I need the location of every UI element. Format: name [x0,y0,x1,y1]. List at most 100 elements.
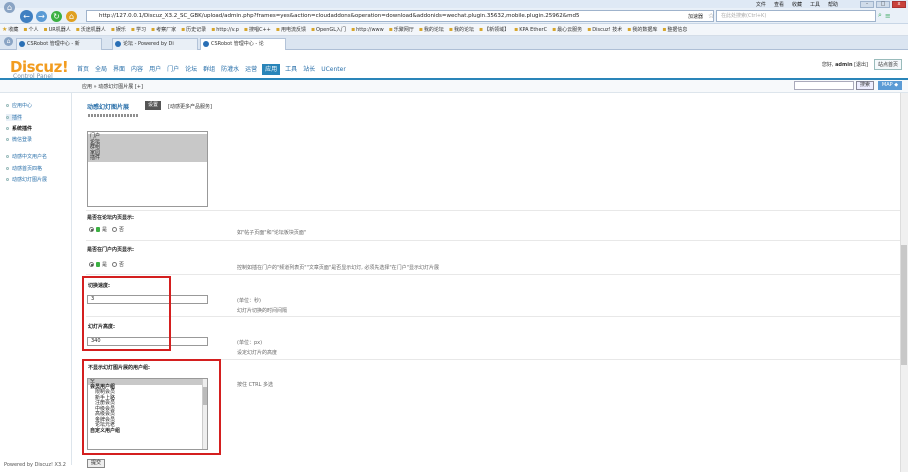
map-button[interactable]: MAP ◆ [878,81,902,90]
forum-page-yes-label: 是 [102,227,108,233]
browser-search-input[interactable]: 在此处搜索(Ctrl+K) [716,10,876,22]
refresh-icon[interactable]: ↻ [51,11,62,22]
bookmark-item[interactable]: ▪ 沃途机器人 [76,26,106,33]
bookmark-label: 考察厂家 [156,27,177,33]
menu-icon[interactable]: ≡ [885,12,891,20]
accelerator-label[interactable]: 加速器 [688,13,703,20]
bookmark-item[interactable]: ▪ 最心云服务 [552,26,582,33]
admin-nav-item[interactable]: 首页 [76,64,90,75]
sidebar-item[interactable]: 微信登录 [6,136,32,143]
admin-nav-item[interactable]: 内容 [130,64,144,75]
portal-page-yes-radio[interactable] [89,262,94,267]
position-option[interactable]: 插件 [88,155,207,162]
bookmark-item[interactable]: ▪ 考察厂家 [151,26,176,33]
portal-page-hint: 控制如插在门户的"频道列表页""文章页面"是否显示幻灯, 必须先选择"在门户"显… [237,265,439,271]
admin-nav-item[interactable]: 界面 [112,64,126,75]
portal-page-radios: 是 否 [89,261,124,268]
home-page-icon[interactable]: ⌂ [66,11,77,22]
bookmark-item[interactable]: ▪ KPA EtherC [514,26,547,33]
folder-icon: ▪ [418,26,423,33]
sidebar-item[interactable]: 插件 [6,114,23,121]
sidebar-item[interactable]: 动感首页四格 [6,165,42,172]
admin-nav-item[interactable]: 站长 [302,64,316,75]
bookmark-item[interactable]: ▪ 搜唱C++ [244,26,271,33]
bookmark-item[interactable]: ▪ 历史记录 [181,26,206,33]
bookmark-label: http://v.p [216,26,239,33]
yes-indicator-icon [96,262,100,267]
sidebar-item[interactable]: 动感中文用户名 [6,153,47,160]
menu-tools[interactable]: 工具 [810,1,820,8]
admin-nav-item[interactable]: 用户 [148,64,162,75]
bookmark-item[interactable]: ▪ 乐聚网厅 [389,26,414,33]
folder-icon: ▪ [479,26,484,33]
forum-page-no-radio[interactable] [112,227,118,232]
sidebar-item[interactable]: 系统插件 [6,125,32,132]
back-arrow-icon[interactable]: ← [20,10,33,23]
bookmark-item[interactable]: ▪ 学习 [131,26,146,33]
forum-page-yes-radio[interactable] [89,227,94,232]
admin-nav-item[interactable]: UCenter [320,64,347,75]
bookmark-item[interactable]: ▪ UR机器人 [44,26,71,33]
site-home-button[interactable]: 站点首页 [873,59,902,70]
forward-arrow-icon[interactable]: → [36,11,47,22]
settings-button[interactable]: 设置 [145,101,162,110]
bookmark-item[interactable]: ▪ 我的论坛 [419,26,444,33]
bookmark-item[interactable]: ★ 收藏 [2,26,18,33]
bookmark-item[interactable]: ▪ OpenGL入门 [311,26,346,33]
folder-icon: ▪ [43,26,48,33]
tab-bar: ⌂ CSRobot 管理中心 - 新 论坛 - Powered by Di CSRo… [0,36,908,50]
bookmark-item[interactable]: ▪ 我的数据库 [627,26,657,33]
bullet-icon [6,104,9,107]
bookmark-item[interactable]: ▪ 我的论坛 [449,26,474,33]
greeting: 您好, [821,62,834,68]
admin-search-button[interactable]: 搜索 [856,81,874,90]
admin-nav-item[interactable]: 全局 [94,64,108,75]
browser-tab[interactable]: 论坛 - Powered by Di [112,38,198,50]
menu-file[interactable]: 文件 [756,1,766,8]
admin-nav: 首页 全局 界面 内容 用户 门户 论坛 群组 防灌水 运营 应用 工具 站长 UCenter [76,64,347,75]
bookmark-item[interactable]: ▪ 用电流反馈 [276,26,306,33]
admin-nav-item[interactable]: 防灌水 [220,64,240,75]
hidden-groups-hint: 按住 CTRL 多选 [237,382,273,388]
bookmark-item[interactable]: ▪ 整据信息 [662,26,687,33]
display-position-select[interactable]: 门户 论坛 群组 家园 插件 [87,131,208,207]
bookmark-item[interactable]: ▪ http://www [351,26,384,33]
more-products-link[interactable]: [动感更多产品服务] [168,103,212,110]
search-icon[interactable]: ⌕ [878,11,882,20]
home-icon[interactable]: ⌂ [4,2,15,13]
page-scroll-thumb[interactable] [901,245,907,365]
bullet-icon [6,116,9,119]
highlight-box-speed-height [82,276,171,351]
admin-nav-item[interactable]: 应用 [262,64,281,75]
admin-nav-item[interactable]: 运营 [244,64,258,75]
admin-search-input[interactable] [794,81,854,90]
bookmark-item[interactable]: ▪ 【新领域】 [479,26,509,33]
address-bar[interactable]: http://127.0.0.1/Discuz_X3.2_SC_GBK/uplo… [86,10,714,22]
menu-favorites[interactable]: 收藏 [792,1,802,8]
bookmark-item[interactable]: ▪ Discuz! 技术 [587,26,622,33]
star-icon: ★ [2,26,8,33]
minimize-button[interactable]: - [860,0,874,8]
menu-view[interactable]: 查看 [774,1,784,8]
maximize-button[interactable]: □ [876,0,890,8]
yes-indicator-icon [96,227,100,232]
sidebar-item[interactable]: 动感幻灯图片展 [6,176,47,183]
portal-page-no-radio[interactable] [112,262,118,267]
sidebar-item[interactable]: 应用中心 [6,102,32,109]
admin-nav-item[interactable]: 门户 [166,64,180,75]
browser-tab[interactable]: CSRobot 管理中心 - 新 [16,38,102,50]
bookmark-item[interactable]: ▪ http://v.p [211,26,239,33]
bookmark-item[interactable]: ▪ 娱乐 [111,26,126,33]
star-icon[interactable]: ☆ [708,12,714,20]
folder-icon: ▪ [130,26,135,33]
menu-help[interactable]: 帮助 [828,1,838,8]
bookmark-item[interactable]: ▪ 个人 [23,26,38,33]
submit-button[interactable]: 提交 [87,459,105,468]
admin-nav-item[interactable]: 论坛 [184,64,198,75]
admin-nav-item[interactable]: 群组 [202,64,216,75]
tab-home-icon[interactable]: ⌂ [4,37,13,46]
logout-link[interactable]: [退出] [854,62,868,68]
browser-tab[interactable]: CSRobot 管理中心 - 论 [200,38,286,50]
admin-nav-item[interactable]: 工具 [284,64,298,75]
close-button[interactable]: x [892,0,906,8]
